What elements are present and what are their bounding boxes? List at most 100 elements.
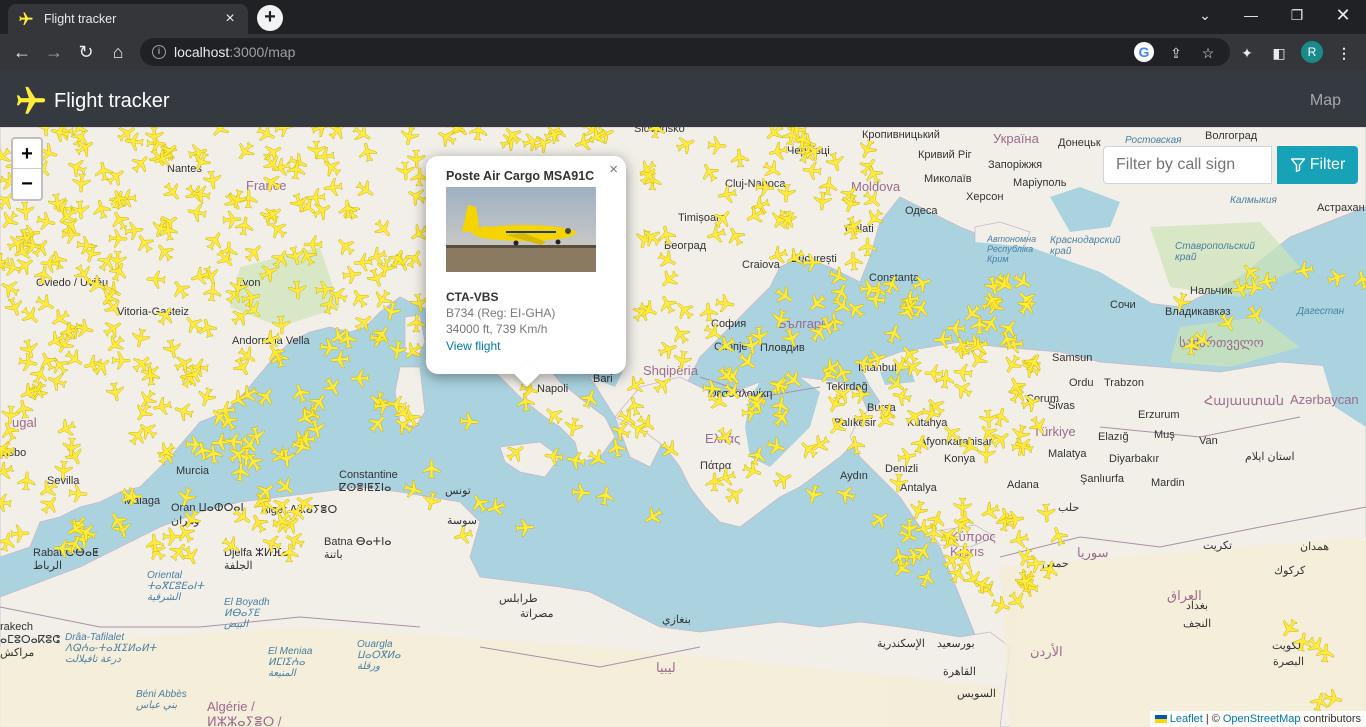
aircraft-marker-icon[interactable]	[1181, 334, 1204, 357]
bookmark-star-icon[interactable]: ☆	[1198, 43, 1218, 63]
map-label: Одеса	[905, 205, 938, 217]
aircraft-marker-icon[interactable]	[858, 278, 881, 301]
aircraft-marker-icon[interactable]	[328, 347, 352, 371]
aircraft-marker-icon[interactable]	[156, 218, 181, 243]
map-label: Астрахан	[1317, 202, 1365, 214]
aircraft-marker-icon[interactable]	[1241, 276, 1266, 301]
browser-tab[interactable]: Flight tracker ×	[8, 4, 248, 34]
aircraft-marker-icon[interactable]	[102, 379, 128, 405]
zoom-out-button[interactable]: −	[13, 169, 41, 199]
map-label: طرابلس	[499, 593, 538, 605]
aircraft-marker-icon[interactable]	[122, 129, 146, 153]
aircraft-marker-icon[interactable]	[774, 182, 797, 205]
extensions-icon[interactable]: ✦	[1237, 43, 1257, 63]
reload-icon[interactable]: ↻	[72, 38, 100, 66]
nav-link-map[interactable]: Map	[1310, 92, 1341, 110]
aircraft-marker-icon[interactable]	[69, 171, 92, 194]
aircraft-marker-icon[interactable]	[457, 410, 481, 434]
call-sign-filter-input[interactable]	[1103, 146, 1272, 184]
aircraft-marker-icon[interactable]	[886, 471, 909, 494]
aircraft-marker-icon[interactable]	[857, 236, 879, 258]
aircraft-marker-icon[interactable]	[15, 470, 38, 493]
aircraft-marker-icon[interactable]	[200, 167, 225, 192]
aircraft-marker-icon[interactable]	[142, 127, 165, 147]
aircraft-marker-icon[interactable]	[0, 490, 14, 515]
aircraft-marker-icon[interactable]	[713, 292, 738, 317]
tab-close-icon[interactable]: ×	[222, 11, 238, 27]
aircraft-marker-icon[interactable]	[74, 234, 99, 259]
aircraft-marker-icon[interactable]	[226, 274, 251, 299]
side-panel-icon[interactable]: ◧	[1269, 43, 1289, 63]
new-tab-button[interactable]: +	[257, 5, 283, 31]
aircraft-marker-icon[interactable]	[384, 391, 409, 416]
aircraft-marker-icon[interactable]	[1291, 257, 1317, 283]
aircraft-marker-icon[interactable]	[843, 432, 869, 458]
url-path: :3000/map	[229, 44, 296, 60]
aircraft-marker-icon[interactable]	[91, 158, 116, 183]
aircraft-marker-icon[interactable]	[753, 176, 776, 199]
aircraft-marker-icon[interactable]	[145, 267, 168, 290]
aircraft-marker-icon[interactable]	[336, 197, 360, 221]
forward-icon[interactable]: →	[40, 38, 68, 66]
aircraft-marker-icon[interactable]	[790, 127, 815, 152]
aircraft-marker-icon[interactable]	[274, 446, 299, 471]
aircraft-marker-icon[interactable]	[728, 146, 752, 170]
aircraft-marker-icon[interactable]	[850, 383, 873, 406]
aircraft-marker-icon[interactable]	[143, 531, 168, 556]
aircraft-marker-icon[interactable]	[51, 537, 74, 560]
close-window-button[interactable]: ✕	[1320, 0, 1366, 30]
aircraft-marker-icon[interactable]	[313, 278, 337, 302]
aircraft-marker-icon[interactable]	[738, 332, 764, 358]
popup-close-button[interactable]: ×	[609, 161, 618, 178]
menu-kebab-icon[interactable]: ⋮	[1334, 43, 1354, 63]
aircraft-marker-icon[interactable]	[32, 263, 57, 288]
aircraft-marker-icon[interactable]	[421, 458, 443, 480]
map-label: Samsun	[1052, 352, 1093, 364]
restore-button[interactable]: ❐	[1274, 0, 1320, 30]
aircraft-marker-icon[interactable]	[945, 316, 968, 339]
aircraft-marker-icon[interactable]	[593, 483, 618, 508]
aircraft-marker-icon[interactable]	[714, 181, 740, 207]
map-label: Калмыкия	[1230, 195, 1277, 206]
aircraft-marker-icon[interactable]	[1034, 501, 1057, 524]
aircraft-marker-icon[interactable]	[851, 350, 877, 376]
share-icon[interactable]: ⇪	[1166, 43, 1186, 63]
aircraft-marker-icon[interactable]	[66, 482, 89, 505]
aircraft-marker-icon[interactable]	[669, 347, 694, 372]
filter-button[interactable]: Filter	[1277, 146, 1358, 184]
tab-search-icon[interactable]: ⌄	[1182, 0, 1228, 30]
aircraft-marker-icon[interactable]	[9, 522, 32, 545]
minimize-button[interactable]: —	[1228, 0, 1274, 30]
aircraft-marker-icon[interactable]	[404, 148, 427, 171]
map-label: Запоріжжя	[988, 159, 1043, 171]
home-icon[interactable]: ⌂	[104, 38, 132, 66]
site-info-icon[interactable]: i	[152, 45, 166, 59]
aircraft-marker-icon[interactable]	[201, 280, 225, 304]
back-icon[interactable]: ←	[8, 38, 36, 66]
aircraft-marker-icon[interactable]	[898, 517, 920, 539]
brand[interactable]: Flight tracker	[14, 84, 170, 118]
aircraft-marker-icon[interactable]	[107, 227, 130, 250]
view-flight-link[interactable]: View flight	[446, 339, 606, 353]
address-bar[interactable]: i localhost:3000/map	[140, 38, 1230, 66]
aircraft-marker-icon[interactable]	[19, 233, 45, 259]
zoom-in-button[interactable]: +	[13, 139, 41, 169]
aircraft-marker-icon[interactable]	[1003, 507, 1028, 532]
google-icon[interactable]: G	[1134, 42, 1154, 62]
aircraft-marker-icon[interactable]	[569, 481, 593, 505]
aircraft-marker-icon[interactable]	[220, 208, 243, 231]
aircraft-marker-icon[interactable]	[706, 134, 729, 157]
aircraft-marker-icon[interactable]	[513, 516, 537, 540]
leaflet-link[interactable]: Leaflet	[1170, 713, 1203, 725]
aircraft-marker-icon[interactable]	[406, 312, 429, 335]
osm-link[interactable]: OpenStreetMap	[1223, 713, 1301, 725]
aircraft-marker-icon[interactable]	[285, 278, 309, 302]
aircraft-marker-icon[interactable]	[349, 366, 372, 389]
aircraft-marker-icon[interactable]	[285, 157, 310, 182]
flight-map[interactable]: Lyon Nantes France Oviedo / Uviéu Vitori…	[0, 127, 1366, 727]
aircraft-marker-icon[interactable]	[1314, 641, 1338, 665]
profile-avatar[interactable]: R	[1301, 41, 1323, 63]
aircraft-marker-icon[interactable]	[139, 364, 163, 388]
aircraft-marker-icon[interactable]	[541, 443, 566, 468]
aircraft-marker-icon[interactable]	[951, 496, 973, 518]
